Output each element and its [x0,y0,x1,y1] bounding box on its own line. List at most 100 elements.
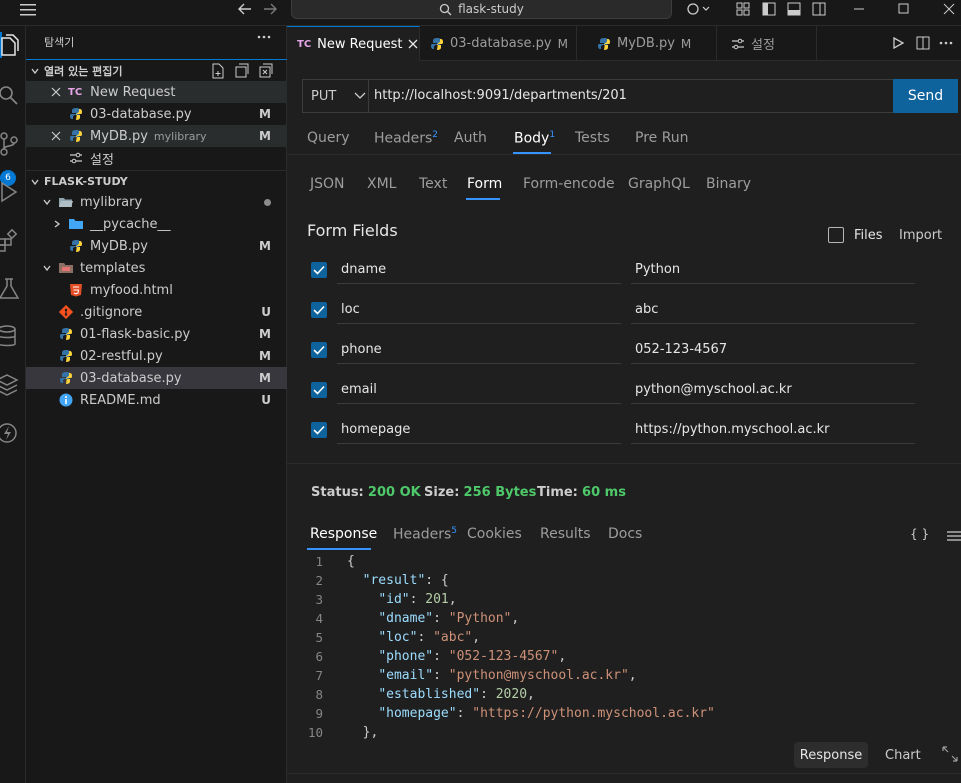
minimize-icon[interactable] [852,2,866,16]
tab-body[interactable]: Body1 [514,130,555,147]
tree-item-folder[interactable]: templates [26,257,287,279]
run-debug-icon[interactable] [0,179,22,205]
extensions-icon[interactable] [0,228,22,254]
more-actions-icon[interactable] [256,32,272,42]
send-button[interactable]: Send [893,79,958,113]
open-editor-03-database[interactable]: 03-database.py M [26,103,287,125]
field-name-input[interactable]: loc [341,302,360,317]
save-all-icon[interactable] [234,63,250,79]
expand-icon[interactable] [942,746,958,762]
field-enabled-checkbox[interactable] [311,382,327,398]
git-status-badge: M [259,371,271,385]
body-type-form[interactable]: Form [467,176,502,192]
folder-open-icon [58,194,74,210]
testing-flask-icon[interactable] [0,276,22,302]
response-tab-response[interactable]: Response [310,526,377,542]
url-input[interactable]: http://localhost:9091/departments/201 [374,88,627,103]
tab-settings[interactable]: 설정 [721,26,817,61]
field-value-input[interactable]: Python [635,262,680,277]
field-value-input[interactable]: python@myschool.ac.kr [635,382,792,397]
tree-item-folder[interactable]: mylibrary [26,191,287,213]
toggle-sidebar-icon[interactable] [762,2,776,16]
response-tab-docs[interactable]: Docs [608,526,642,542]
toggle-panel-icon[interactable] [787,2,801,16]
body-type-text[interactable]: Text [419,176,447,192]
tab-tests[interactable]: Tests [575,130,610,146]
tab-headers[interactable]: Headers2 [374,130,438,147]
new-file-icon[interactable] [210,63,226,79]
body-type-form-encode[interactable]: Form-encode [523,176,615,192]
thunder-client-icon[interactable] [0,420,22,446]
tree-item-file[interactable]: .gitignore U [26,301,287,323]
tree-item-file[interactable]: MyDB.py M [26,235,287,257]
tree-item-file[interactable]: 02-restful.py M [26,345,287,367]
field-name-input[interactable]: homepage [341,422,410,437]
field-enabled-checkbox[interactable] [311,342,327,358]
response-tab-cookies[interactable]: Cookies [467,526,522,542]
open-editor-settings[interactable]: 설정 [26,147,287,169]
project-header[interactable]: FLASK-STUDY [26,170,287,192]
response-tab-results[interactable]: Results [540,526,591,542]
open-editor-new-request[interactable]: TC New Request [26,81,287,103]
tree-item-file-selected[interactable]: 03-database.py M [26,367,287,389]
editor-more-icon[interactable] [939,40,953,46]
menu-icon[interactable] [20,3,38,17]
body-type-xml[interactable]: XML [367,176,396,192]
split-editor-icon[interactable] [916,36,930,50]
tab-pre-run[interactable]: Pre Run [635,130,689,146]
tree-item-file[interactable]: 01-flask-basic.py M [26,323,287,345]
import-link[interactable]: Import [899,228,942,243]
forward-arrow-icon[interactable] [262,2,278,16]
body-type-json[interactable]: JSON [310,176,345,192]
close-all-icon[interactable] [258,63,274,79]
field-value-input[interactable]: abc [635,302,658,317]
run-icon[interactable] [891,36,905,50]
tree-item-folder[interactable]: __pycache__ [26,213,287,235]
activity-bar: 6 [0,26,26,783]
tab-query[interactable]: Query [307,130,350,146]
tree-item-file[interactable]: README.md U [26,389,287,411]
search-view-icon[interactable] [0,83,22,109]
tab-auth[interactable]: Auth [454,130,487,146]
field-enabled-checkbox[interactable] [311,302,327,318]
body-type-graphql[interactable]: GraphQL [628,176,690,192]
field-value-input[interactable]: https://python.myschool.ac.kr [635,422,830,437]
tab-03-database[interactable]: 03-database.py M [420,26,577,61]
open-editors-header[interactable]: 열려 있는 편집기 [26,59,287,81]
maximize-icon[interactable] [897,2,911,16]
field-value-input[interactable]: 052-123-4567 [635,342,727,357]
explorer-icon[interactable] [0,34,22,60]
body-type-binary[interactable]: Binary [706,176,751,192]
back-arrow-icon[interactable] [237,2,253,16]
open-editor-mydb[interactable]: MyDB.py mylibrary M [26,125,287,147]
layers-icon[interactable] [0,372,22,398]
layout-customize-icon[interactable] [736,2,750,16]
git-status-badge: M [259,129,271,143]
database-icon[interactable] [0,324,22,350]
close-editor-icon[interactable] [50,130,64,142]
field-name-input[interactable]: email [341,382,377,397]
git-status-badge: M [259,107,271,121]
tab-new-request[interactable]: TC New Request [287,26,420,61]
format-json-icon[interactable]: { } [910,527,929,541]
field-enabled-checkbox[interactable] [311,422,327,438]
source-control-icon[interactable] [0,131,22,157]
tab-close-icon[interactable] [408,39,418,49]
field-name-input[interactable]: phone [341,342,382,357]
view-response-button[interactable]: Response [794,742,868,768]
field-enabled-checkbox[interactable] [311,262,327,278]
close-window-icon[interactable] [942,2,956,16]
method-select[interactable]: PUT [303,80,369,112]
field-name-input[interactable]: dname [341,262,386,277]
toggle-secondary-sidebar-icon[interactable] [812,2,826,16]
command-center-search[interactable]: flask-study [291,0,672,19]
response-menu-icon[interactable] [947,530,961,542]
copilot-icon[interactable] [686,2,712,16]
close-editor-icon[interactable] [50,86,64,98]
tab-mydb[interactable]: MyDB.py M [587,26,717,61]
python-file-icon [597,37,611,51]
files-checkbox[interactable] [828,227,844,243]
tree-item-file[interactable]: myfood.html [26,279,287,301]
view-chart-button[interactable]: Chart [885,748,921,763]
response-tab-headers[interactable]: Headers5 [393,526,457,543]
